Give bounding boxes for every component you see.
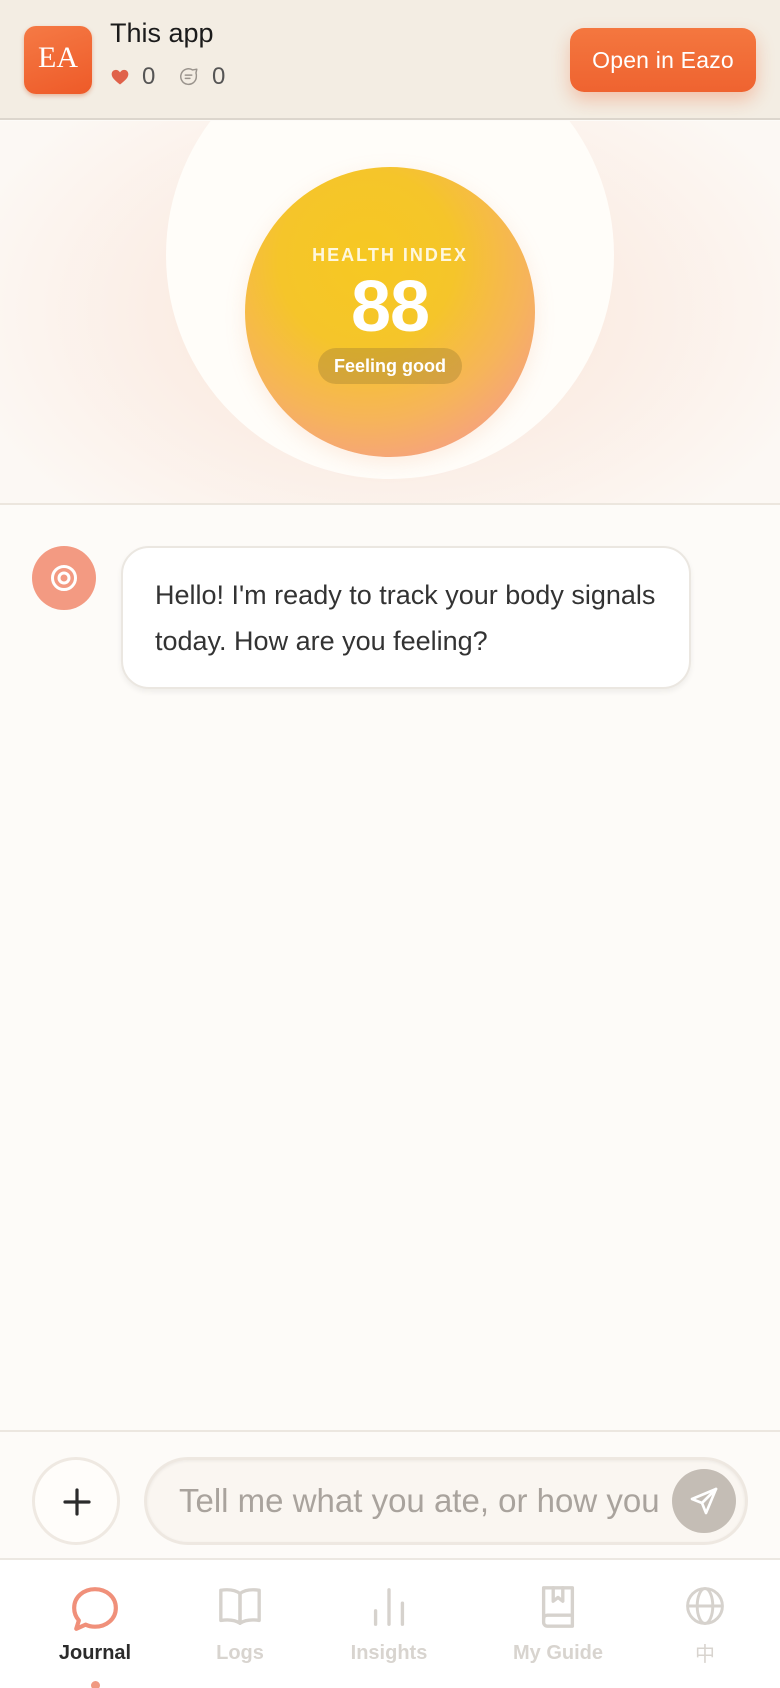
active-indicator xyxy=(91,1681,100,1688)
message-input[interactable] xyxy=(179,1460,659,1542)
language-toggle[interactable]: 中 xyxy=(645,1560,765,1688)
assistant-message: Hello! I'm ready to track your body sign… xyxy=(121,546,691,689)
nav-label-insights: Insights xyxy=(350,1642,428,1664)
nav-item-my-guide[interactable]: My Guide xyxy=(498,1560,618,1688)
book-icon xyxy=(219,1588,261,1625)
send-icon xyxy=(690,1487,718,1515)
nav-item-insights[interactable]: Insights xyxy=(329,1560,449,1688)
bookmark-book-icon xyxy=(541,1586,575,1628)
nav-item-logs[interactable]: Logs xyxy=(180,1560,300,1688)
chat-bubble-icon xyxy=(72,1587,118,1631)
health-index-value: 88 xyxy=(350,267,430,347)
add-button[interactable] xyxy=(32,1457,120,1545)
assistant-avatar xyxy=(32,546,96,610)
bar-chart-icon xyxy=(373,1588,405,1626)
app-name: This app xyxy=(110,18,214,48)
health-hero: HEALTH INDEX 88 Feeling good xyxy=(0,121,780,505)
health-index-orb[interactable]: HEALTH INDEX 88 Feeling good xyxy=(245,167,535,457)
nav-item-journal[interactable]: Journal xyxy=(35,1560,155,1688)
globe-icon xyxy=(686,1587,724,1625)
app-banner: EA This app 0 0 Open in Eazo xyxy=(0,0,780,120)
health-status-badge: Feeling good xyxy=(318,348,462,384)
health-index-label: HEALTH INDEX xyxy=(312,245,468,265)
plus-icon xyxy=(63,1488,91,1516)
likes-count: 0 xyxy=(142,63,156,90)
send-button[interactable] xyxy=(672,1469,736,1533)
heart-icon xyxy=(111,69,129,85)
target-icon xyxy=(51,565,77,591)
open-in-app-button[interactable]: Open in Eazo xyxy=(570,28,756,92)
message-input-wrapper xyxy=(144,1457,748,1545)
likes-stat[interactable]: 0 xyxy=(110,62,155,92)
nav-label-my-guide: My Guide xyxy=(512,1642,603,1664)
app-logo: EA xyxy=(24,26,92,94)
language-label: 中 xyxy=(695,1642,715,1666)
comment-icon xyxy=(180,68,198,86)
message-composer xyxy=(0,1430,780,1558)
nav-label-journal: Journal xyxy=(58,1642,132,1664)
comments-count: 0 xyxy=(212,63,226,90)
comments-stat[interactable]: 0 xyxy=(178,62,225,92)
nav-label-logs: Logs xyxy=(216,1642,264,1664)
bottom-navigation: Journal Logs Insights My Guide 中 xyxy=(0,1558,780,1688)
